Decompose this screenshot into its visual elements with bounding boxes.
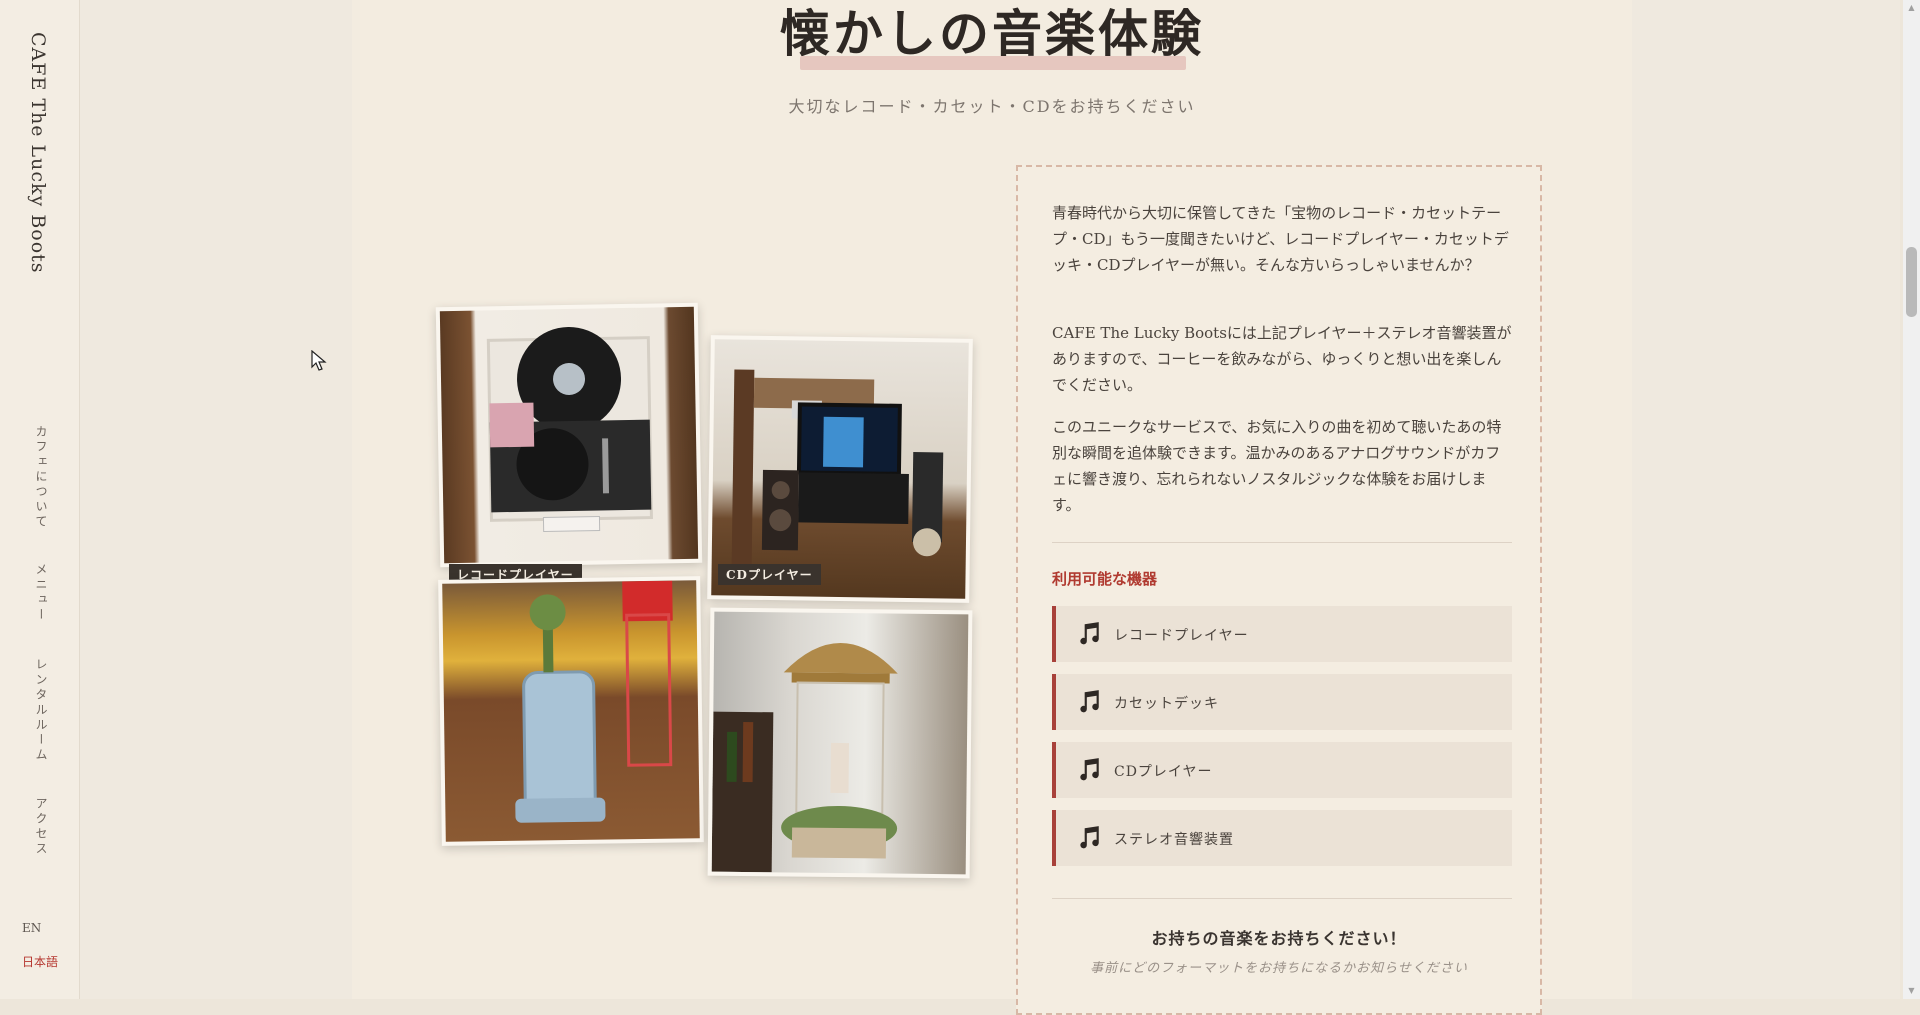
kerosene-heater-photo (438, 576, 704, 846)
mouse-cursor-icon (311, 350, 327, 371)
rain-lamp-photo (707, 607, 973, 879)
language-en-link[interactable]: EN (22, 921, 41, 935)
equipment-label: CDプレイヤー (1114, 764, 1213, 780)
music-experience-section: 懐かしの音楽体験 大切なレコード・カセット・CDをお持ちください レコードプレイ… (352, 0, 1632, 1015)
scroll-down-arrow-icon[interactable]: ▼ (1906, 985, 1917, 997)
equipment-item-record-player: レコードプレイヤー (1052, 606, 1512, 662)
intro-paragraph: 青春時代から大切に保管してきた「宝物のレコード・カセットテープ・CD」もう一度聞… (1052, 204, 1509, 274)
vertical-scrollbar[interactable]: ▲ ▼ (1903, 0, 1920, 999)
equipment-heading: 利用可能な機器 (1052, 570, 1158, 588)
equipment-item-stereo-system: ステレオ音響装置 (1052, 810, 1512, 866)
equipment-label: レコードプレイヤー (1114, 628, 1249, 644)
page-gutter-left (80, 0, 352, 999)
scroll-up-arrow-icon[interactable]: ▲ (1906, 2, 1917, 14)
page-gutter-right (1632, 0, 1900, 999)
section-subtitle: 大切なレコード・カセット・CDをお持ちください (788, 97, 1196, 116)
brand-logo-link[interactable]: CAFE The Lucky Boots (27, 32, 49, 274)
record-player-photo (435, 302, 703, 568)
info-card: 青春時代から大切に保管してきた「宝物のレコード・カセットテープ・CD」もう一度聞… (1016, 165, 1542, 1015)
cd-player-photo (707, 335, 973, 603)
music-note-icon (1080, 826, 1099, 849)
music-note-icon (1080, 622, 1099, 645)
nav-item-access[interactable]: アクセス (33, 797, 50, 857)
equipment-label: ステレオ音響装置 (1114, 832, 1234, 848)
equipment-item-cassette-deck: カセットデッキ (1052, 674, 1512, 730)
service-paragraph: CAFE The Lucky Bootsには上記プレイヤー＋ステレオ音響装置があ… (1052, 324, 1512, 394)
music-note-icon (1080, 758, 1099, 781)
title-underline (800, 56, 1186, 70)
caption-cd-player: CDプレイヤー (718, 564, 821, 585)
nav-item-rental-room[interactable]: レンタルルーム (33, 658, 50, 763)
scrollbar-thumb[interactable] (1906, 247, 1917, 317)
nav-item-about[interactable]: カフェについて (33, 425, 50, 530)
bring-music-note: 事前にどのフォーマットをお持ちになるかお知らせください (1090, 961, 1468, 976)
language-ja-link[interactable]: 日本語 (22, 953, 58, 970)
music-note-icon (1080, 690, 1099, 713)
card-divider (1052, 898, 1512, 899)
equipment-item-cd-player: CDプレイヤー (1052, 742, 1512, 798)
bring-music-heading: お持ちの音楽をお持ちください！ (1151, 929, 1407, 948)
card-divider (1052, 542, 1512, 543)
equipment-label: カセットデッキ (1114, 696, 1219, 712)
experience-paragraph: このユニークなサービスで、お気に入りの曲を初めて聴いたあの特別な瞬間を追体験でき… (1052, 418, 1502, 514)
sidebar: CAFE The Lucky Boots カフェについて メニュー レンタルルー… (0, 0, 80, 999)
nav-item-menu[interactable]: メニュー (33, 563, 50, 623)
